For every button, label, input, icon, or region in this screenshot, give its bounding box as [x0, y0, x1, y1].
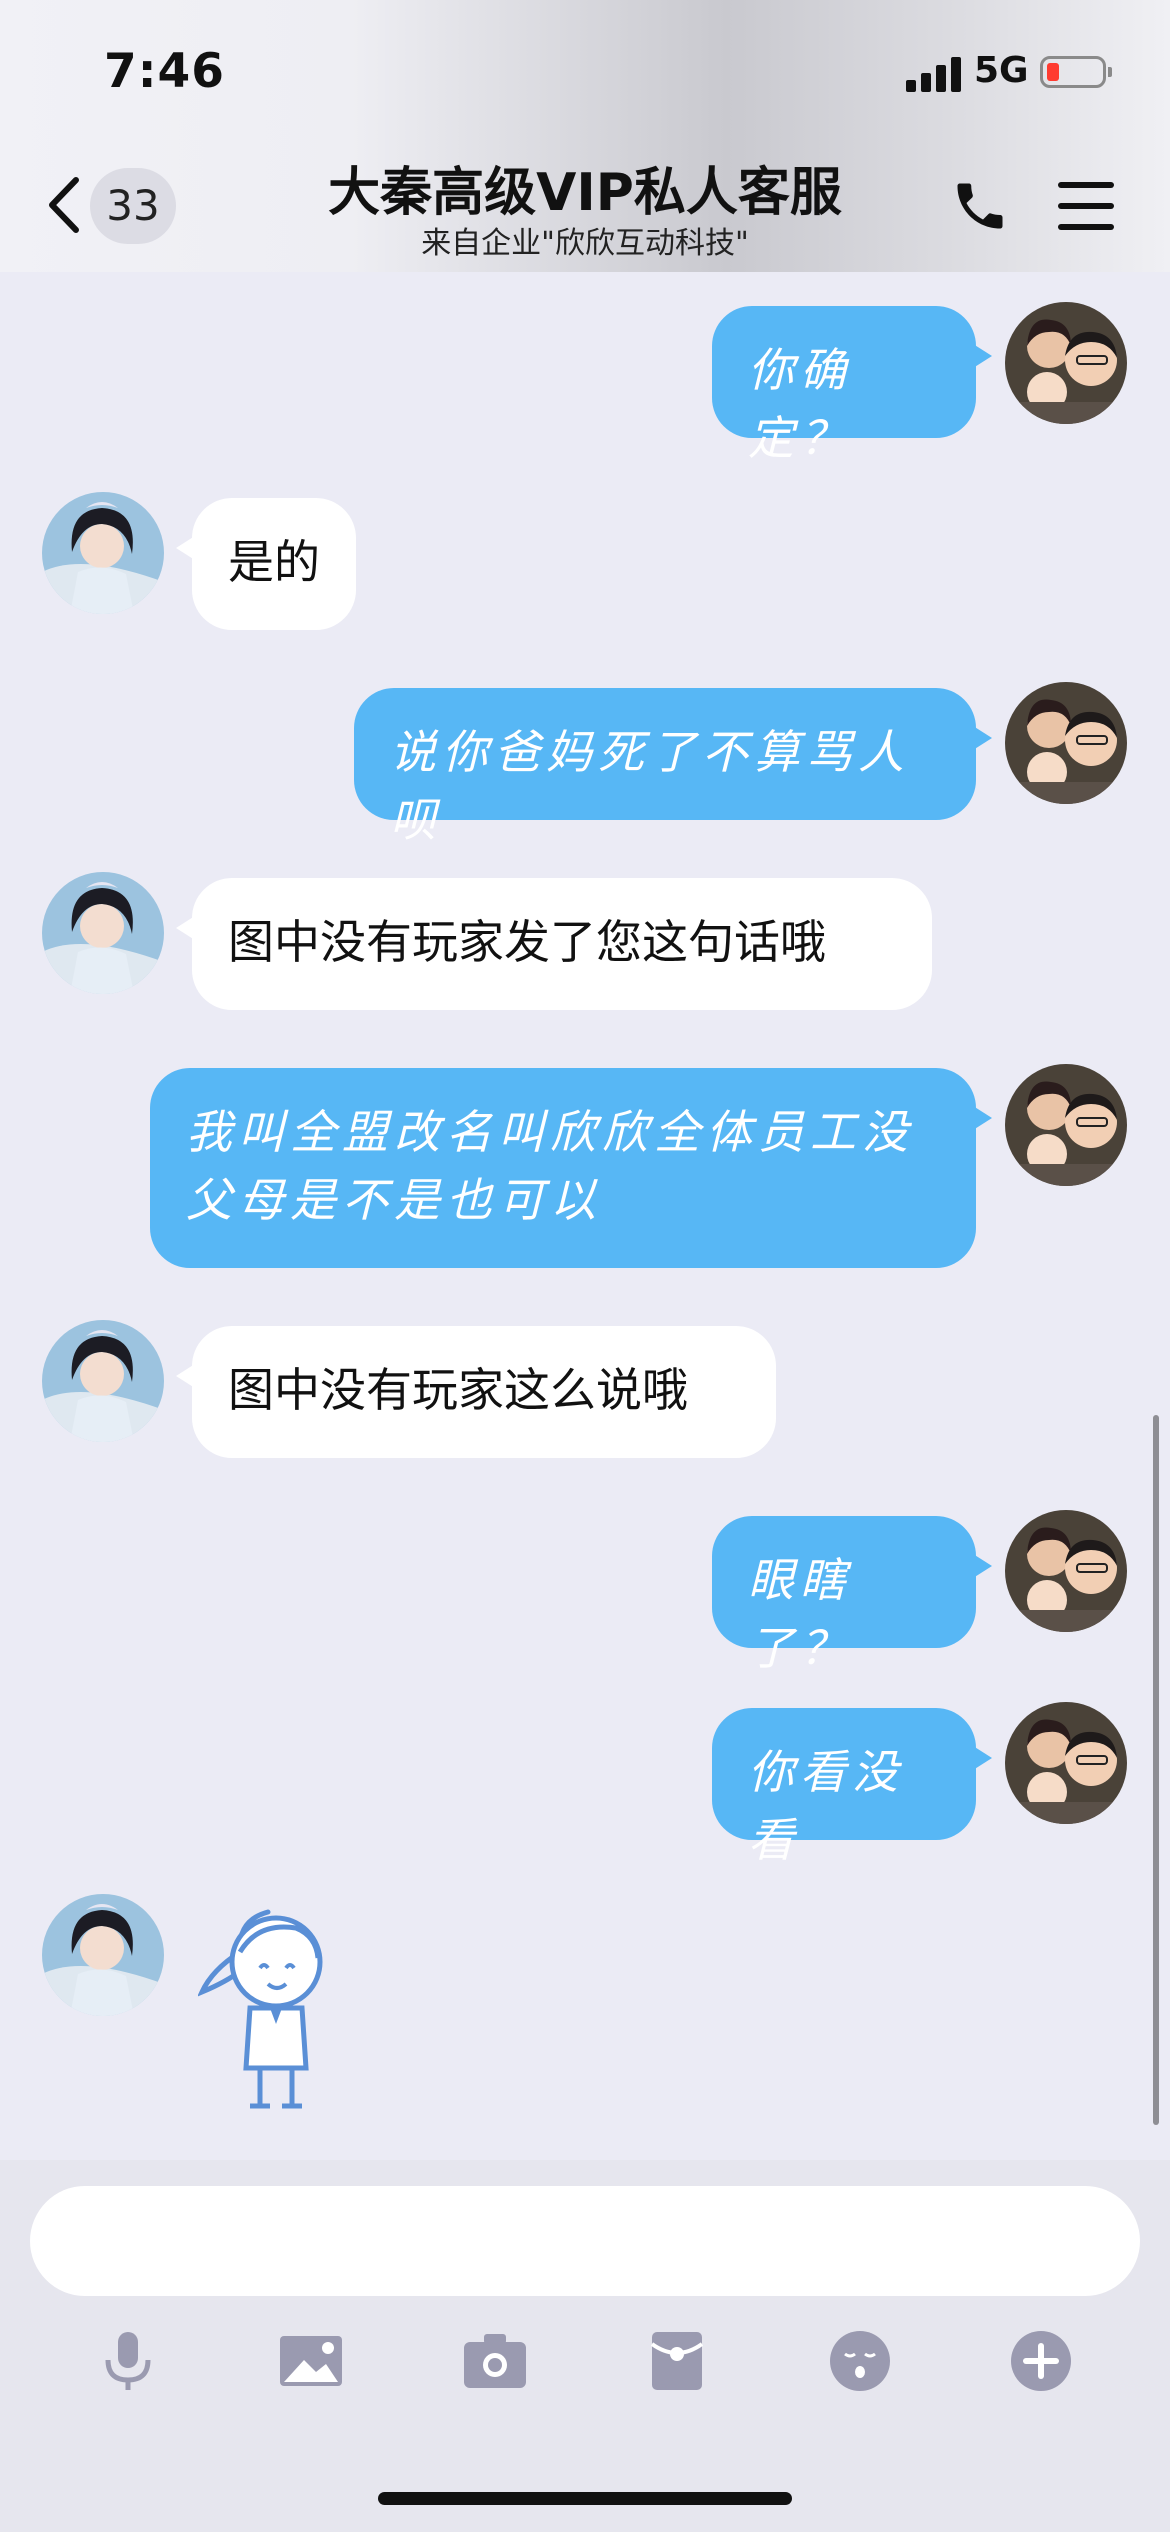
red-packet-icon[interactable] [642, 2326, 712, 2396]
message-bubble-outgoing[interactable]: 眼瞎了？ [712, 1516, 992, 1675]
agent-avatar[interactable] [42, 872, 164, 994]
message-input[interactable] [30, 2186, 1140, 2296]
message-bubble-incoming[interactable]: 图中没有玩家这么说哦 [176, 1326, 776, 1458]
message-bubble-outgoing[interactable]: 你看没看 [712, 1708, 992, 1867]
agent-avatar[interactable] [42, 492, 164, 614]
message-bubble-incoming[interactable]: 图中没有玩家发了您这句话哦 [176, 878, 932, 1010]
menu-icon[interactable] [1058, 182, 1114, 230]
message-bubble-incoming[interactable]: 是的 [176, 498, 356, 630]
plus-icon[interactable] [1006, 2326, 1076, 2396]
emoji-icon[interactable] [825, 2326, 895, 2396]
status-time: 7:46 [104, 44, 225, 99]
my-avatar[interactable] [1005, 1702, 1127, 1824]
agent-avatar[interactable] [42, 1894, 164, 2016]
message-bubble-outgoing[interactable]: 我叫全盟改名叫欣欣全体员工没父母是不是也可以 [150, 1068, 992, 1268]
network-type: 5G [974, 50, 1029, 91]
cartoon-girl-sticker[interactable] [197, 1900, 348, 2115]
message-bubble-outgoing[interactable]: 你确定？ [712, 306, 992, 465]
my-avatar[interactable] [1005, 682, 1127, 804]
camera-icon[interactable] [460, 2326, 530, 2396]
my-avatar[interactable] [1005, 1064, 1127, 1186]
my-avatar[interactable] [1005, 302, 1127, 424]
phone-call-icon[interactable] [950, 176, 1010, 236]
agent-avatar[interactable] [42, 1320, 164, 1442]
message-bubble-outgoing[interactable]: 说你爸妈死了不算骂人呗 [354, 688, 992, 847]
image-icon[interactable] [276, 2326, 346, 2396]
chat-scrollbar[interactable] [1153, 1415, 1159, 2125]
my-avatar[interactable] [1005, 1510, 1127, 1632]
home-indicator[interactable] [378, 2492, 792, 2505]
status-bar: 7:46 5G [0, 0, 1170, 150]
signal-icon [906, 56, 966, 92]
battery-icon [1040, 56, 1112, 88]
microphone-icon[interactable] [93, 2326, 163, 2396]
